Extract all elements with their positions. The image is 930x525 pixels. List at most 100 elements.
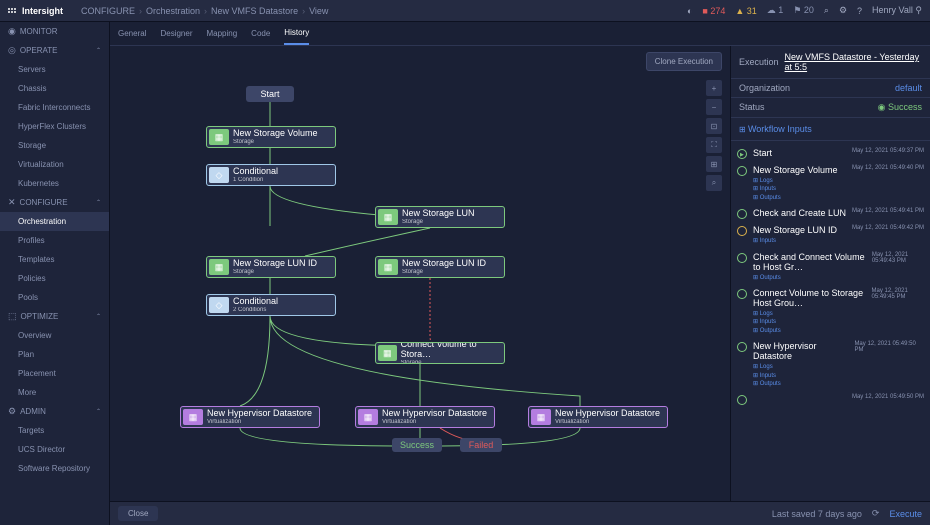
- bc-2[interactable]: New VMFS Datastore: [211, 6, 298, 16]
- exec-link[interactable]: New VMFS Datastore - Yesterday at 5:5: [785, 52, 922, 72]
- node-new-storage-volume[interactable]: ▦New Storage VolumeStorage: [206, 126, 336, 148]
- clone-execution-button[interactable]: Clone Execution: [646, 52, 722, 71]
- tab-mapping[interactable]: Mapping: [206, 23, 237, 44]
- node-success[interactable]: Success: [392, 438, 442, 452]
- exec-step[interactable]: May 12, 2021 05:49:50 PM: [731, 391, 930, 408]
- cisco-logo-icon: [8, 8, 16, 13]
- sidebar-item[interactable]: Pools: [0, 288, 109, 307]
- sidebar-item[interactable]: HyperFlex Clusters: [0, 117, 109, 136]
- sidebar-item[interactable]: Fabric Interconnects: [0, 98, 109, 117]
- sidebar-item[interactable]: Servers: [0, 60, 109, 79]
- bc-0[interactable]: CONFIGURE: [81, 6, 135, 16]
- exec-org-value[interactable]: default: [895, 83, 922, 93]
- node-conditional-2[interactable]: ◇Conditional2 Conditions: [206, 294, 336, 316]
- sidebar-item[interactable]: Orchestration: [0, 212, 109, 231]
- settings-icon[interactable]: ⚙: [839, 5, 847, 16]
- bc-1[interactable]: Orchestration: [146, 6, 200, 16]
- workflow-inputs-link[interactable]: ⊞ Workflow Inputs: [731, 118, 930, 141]
- canvas-tool[interactable]: ⛶: [706, 137, 722, 153]
- sidebar-header[interactable]: ⚙ ADMIN: [0, 402, 109, 421]
- help-icon[interactable]: ?: [857, 6, 862, 16]
- node-failed[interactable]: Failed: [460, 438, 502, 452]
- canvas-tool[interactable]: ⌕: [706, 175, 722, 191]
- refresh-icon[interactable]: ⟳: [872, 508, 880, 519]
- node-new-storage-lun-id-1[interactable]: ▦New Storage LUN IDStorage: [206, 256, 336, 278]
- alert-critical-badge[interactable]: ■ 274: [702, 6, 725, 16]
- workflow-canvas[interactable]: Clone Execution + − ⊡ ⛶ ⊞ ⌕ Start ▦New Storag…: [110, 46, 730, 501]
- storage-icon: ▦: [209, 259, 229, 275]
- step-link[interactable]: ⊞ Outputs: [753, 274, 924, 282]
- search-icon[interactable]: ⌕: [824, 5, 829, 16]
- virtualization-icon: ▦: [183, 409, 203, 425]
- alert-warning-badge[interactable]: ▲ 31: [735, 6, 756, 16]
- toggle-icon[interactable]: ◐: [687, 6, 692, 16]
- sidebar-item[interactable]: Profiles: [0, 231, 109, 250]
- exec-step[interactable]: Check and Connect Volume to Host Gr…May …: [731, 249, 930, 285]
- sidebar-item[interactable]: More: [0, 383, 109, 402]
- notif-1[interactable]: ☁ 1: [767, 5, 784, 16]
- execute-button[interactable]: Execute: [889, 509, 922, 519]
- notif-2[interactable]: ⚑ 20: [793, 5, 814, 16]
- sidebar-header[interactable]: ✕ CONFIGURE: [0, 193, 109, 212]
- step-status-icon: [737, 342, 747, 352]
- storage-icon: ▦: [378, 259, 398, 275]
- sidebar-header[interactable]: ◎ OPERATE: [0, 41, 109, 60]
- step-link[interactable]: ⊞ Inputs: [753, 372, 924, 380]
- step-link[interactable]: ⊞ Outputs: [753, 327, 924, 335]
- exec-step[interactable]: New Storage LUN IDMay 12, 2021 05:49:42 …: [731, 222, 930, 248]
- node-new-storage-lun[interactable]: ▦New Storage LUNStorage: [375, 206, 505, 228]
- sidebar-item[interactable]: Storage: [0, 136, 109, 155]
- node-hypervisor-ds-3[interactable]: ▦New Hypervisor DatastoreVirtualization: [528, 406, 668, 428]
- sidebar-item[interactable]: Placement: [0, 364, 109, 383]
- tab-designer[interactable]: Designer: [160, 23, 192, 44]
- top-right: ◐ ■ 274 ▲ 31 ☁ 1 ⚑ 20 ⌕ ⚙ ? Henry Vall ⚲: [687, 5, 922, 16]
- sidebar-item[interactable]: Software Repository: [0, 459, 109, 478]
- node-hypervisor-ds-2[interactable]: ▦New Hypervisor DatastoreVirtualization: [355, 406, 495, 428]
- canvas-tool[interactable]: +: [706, 80, 722, 96]
- step-link[interactable]: ⊞ Outputs: [753, 380, 924, 388]
- execution-panel: Execution New VMFS Datastore - Yesterday…: [730, 46, 930, 501]
- sidebar-item[interactable]: Virtualization: [0, 155, 109, 174]
- exec-step[interactable]: Connect Volume to Storage Host Grou…May …: [731, 285, 930, 338]
- exec-step[interactable]: StartMay 12, 2021 05:49:37 PM: [731, 145, 930, 162]
- exec-status-row: Status ◉ Success: [731, 98, 930, 118]
- canvas-tool[interactable]: −: [706, 99, 722, 115]
- node-hypervisor-ds-1[interactable]: ▦New Hypervisor DatastoreVirtualization: [180, 406, 320, 428]
- sidebar-item[interactable]: Templates: [0, 250, 109, 269]
- sidebar-header[interactable]: ◉ MONITOR: [0, 22, 109, 41]
- user-menu[interactable]: Henry Vall ⚲: [872, 5, 922, 16]
- node-connect-volume[interactable]: ▦Connect Volume to Stora…Storage: [375, 342, 505, 364]
- sidebar-item[interactable]: Chassis: [0, 79, 109, 98]
- sidebar-item[interactable]: Targets: [0, 421, 109, 440]
- sidebar-item[interactable]: UCS Director: [0, 440, 109, 459]
- sidebar-item[interactable]: Kubernetes: [0, 174, 109, 193]
- sidebar-item[interactable]: Plan: [0, 345, 109, 364]
- tab-code[interactable]: Code: [251, 23, 270, 44]
- step-link[interactable]: ⊞ Inputs: [753, 318, 924, 326]
- step-link[interactable]: ⊞ Inputs: [753, 185, 924, 193]
- step-link[interactable]: ⊞ Outputs: [753, 194, 924, 202]
- node-start[interactable]: Start: [246, 86, 294, 102]
- virtualization-icon: ▦: [531, 409, 551, 425]
- node-conditional-1[interactable]: ◇Conditional1 Condition: [206, 164, 336, 186]
- tab-history[interactable]: History: [284, 22, 309, 45]
- close-button[interactable]: Close: [118, 506, 158, 521]
- sidebar-item[interactable]: Policies: [0, 269, 109, 288]
- step-link[interactable]: ⊞ Inputs: [753, 237, 924, 245]
- step-link[interactable]: ⊞ Logs: [753, 363, 924, 371]
- canvas-tools: + − ⊡ ⛶ ⊞ ⌕: [706, 80, 722, 191]
- tabs: General Designer Mapping Code History: [110, 22, 930, 46]
- exec-step[interactable]: Check and Create LUNMay 12, 2021 05:49:4…: [731, 205, 930, 222]
- step-link[interactable]: ⊞ Logs: [753, 310, 924, 318]
- canvas-tool[interactable]: ⊡: [706, 118, 722, 134]
- step-link[interactable]: ⊞ Logs: [753, 177, 924, 185]
- sidebar: ◉ MONITOR◎ OPERATEServersChassisFabric I…: [0, 22, 110, 525]
- tab-general[interactable]: General: [118, 23, 146, 44]
- exec-step[interactable]: New Storage VolumeMay 12, 2021 05:49:40 …: [731, 162, 930, 205]
- storage-icon: ▦: [209, 129, 229, 145]
- sidebar-item[interactable]: Overview: [0, 326, 109, 345]
- exec-step[interactable]: New Hypervisor DatastoreMay 12, 2021 05:…: [731, 338, 930, 391]
- canvas-tool[interactable]: ⊞: [706, 156, 722, 172]
- node-new-storage-lun-id-2[interactable]: ▦New Storage LUN IDStorage: [375, 256, 505, 278]
- sidebar-header[interactable]: ⬚ OPTIMIZE: [0, 307, 109, 326]
